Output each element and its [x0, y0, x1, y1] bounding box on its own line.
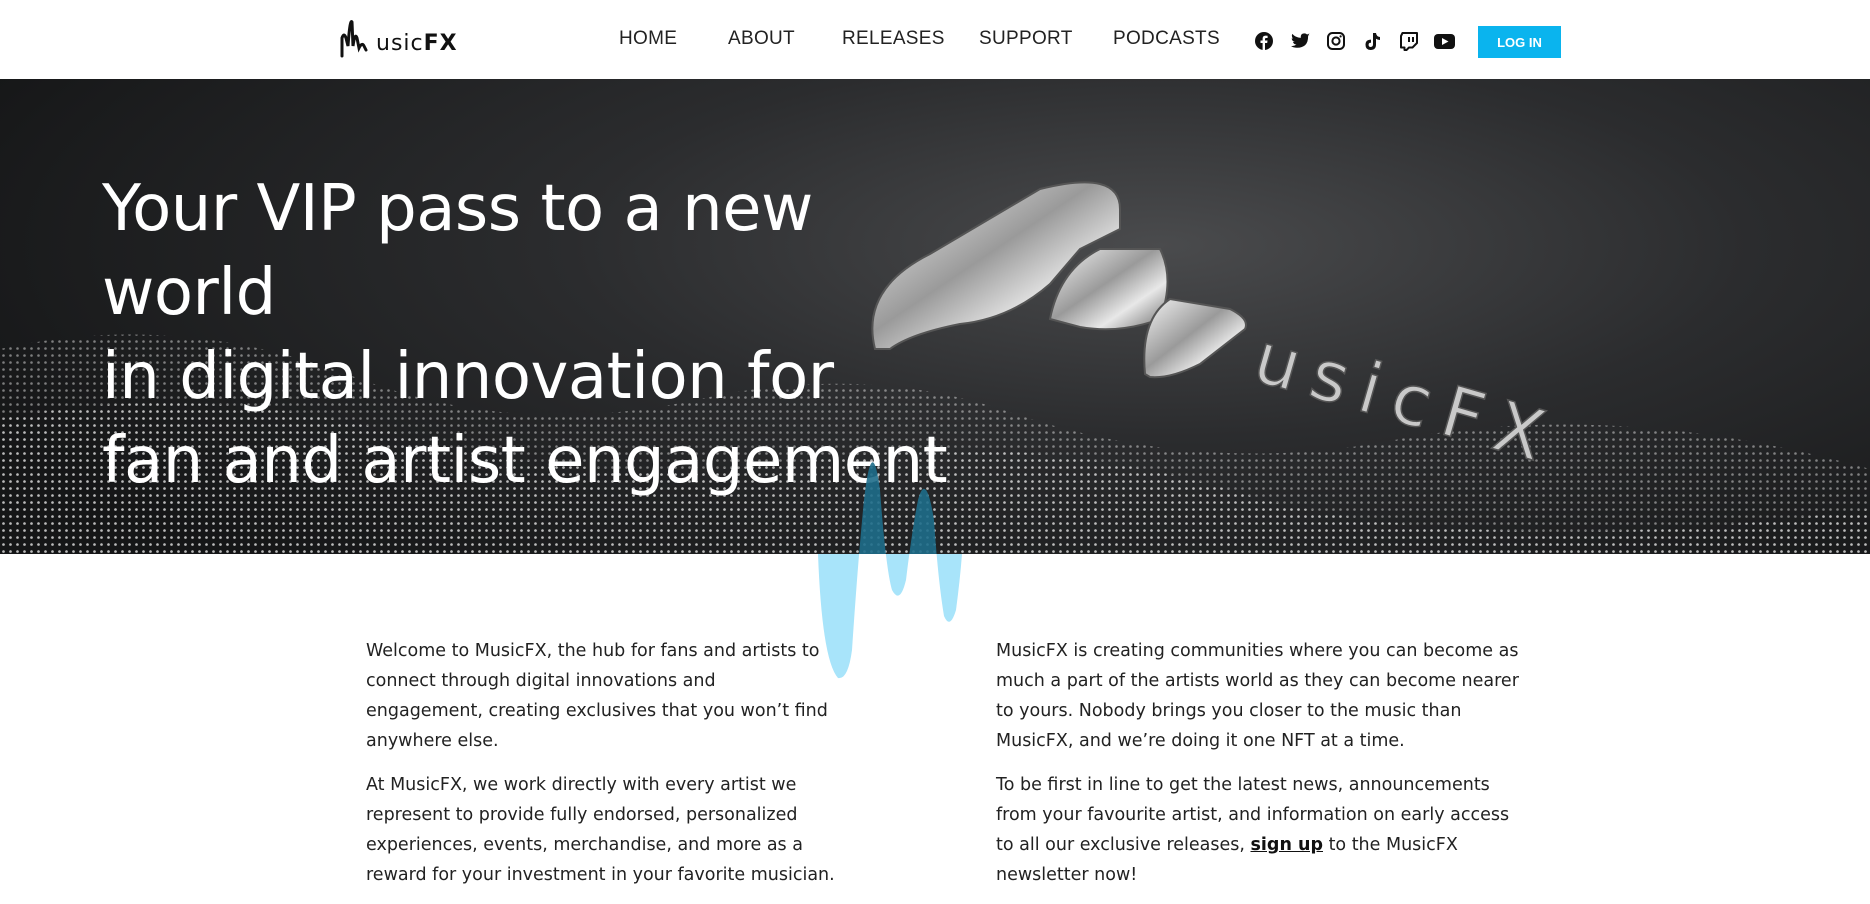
newsletter-paragraph: To be first in line to get the latest ne… — [996, 770, 1526, 890]
about-paragraph: At MusicFX, we work directly with every … — [366, 775, 835, 885]
youtube-icon[interactable] — [1433, 30, 1455, 52]
instagram-icon[interactable] — [1325, 30, 1347, 52]
logo-wave-icon — [340, 20, 368, 58]
intro-left-column: Welcome to MusicFX, the hub for fans and… — [366, 636, 836, 904]
community-paragraph: MusicFX is creating communities where yo… — [996, 641, 1519, 751]
twitter-icon[interactable] — [1289, 30, 1311, 52]
signup-link[interactable]: sign up — [1251, 835, 1323, 855]
facebook-icon[interactable] — [1253, 30, 1275, 52]
nav-about[interactable]: ABOUT — [728, 28, 795, 50]
tiktok-icon[interactable] — [1361, 30, 1383, 52]
login-button[interactable]: LOG IN — [1478, 26, 1561, 58]
hero-title-line: in digital innovation for — [102, 340, 834, 414]
logo-text: usicFX — [376, 31, 458, 56]
musicfx-logo[interactable]: usicFX — [340, 16, 458, 58]
nav-releases[interactable]: RELEASES — [842, 28, 945, 50]
nav-podcasts[interactable]: PODCASTS — [1113, 28, 1220, 50]
site-header: usicFX HOME ABOUT RELEASES SUPPORT PODCA… — [0, 0, 1870, 79]
welcome-paragraph: Welcome to MusicFX, the hub for fans and… — [366, 641, 828, 751]
hero-title-line: Your VIP pass to a new world — [102, 172, 813, 330]
nav-support[interactable]: SUPPORT — [979, 28, 1073, 50]
twitch-icon[interactable] — [1398, 30, 1420, 52]
nav-home[interactable]: HOME — [619, 28, 677, 50]
blue-wave-icon — [818, 462, 962, 679]
intro-right-column: MusicFX is creating communities where yo… — [996, 636, 1526, 904]
